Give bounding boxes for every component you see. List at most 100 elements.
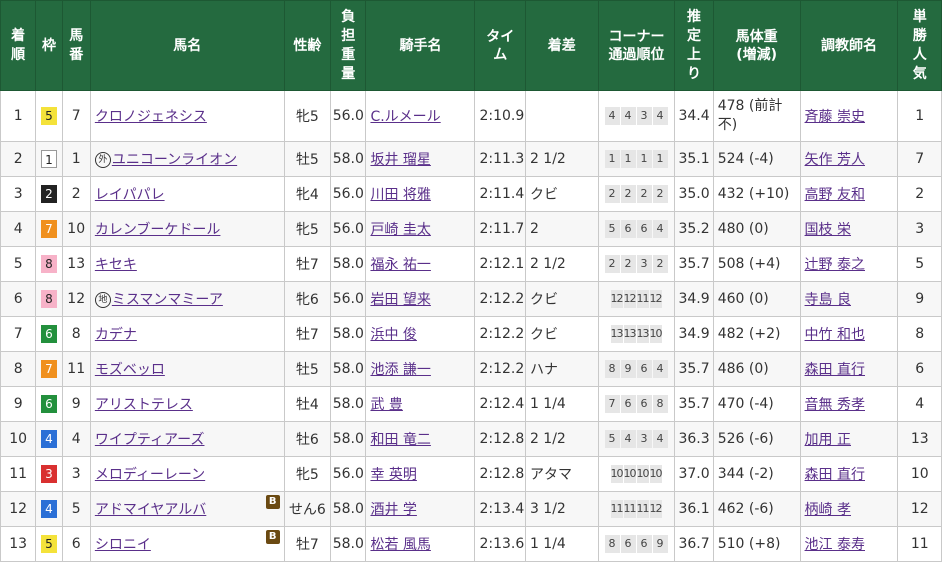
popularity-cell: 10 <box>897 456 942 492</box>
frame-badge: 6 <box>40 325 57 343</box>
header-weight-text: 負担重量 <box>341 8 356 82</box>
margin-cell: 1 1/4 <box>524 526 599 562</box>
body-weight-cell: 510 (+8) <box>712 526 801 562</box>
trainer-cell: 寺島 良 <box>799 281 899 317</box>
jockey-cell: 福永 祐一 <box>365 246 476 282</box>
horse-number-cell: 6 <box>61 526 91 562</box>
last3f-cell: 35.1 <box>674 141 714 177</box>
trainer-link[interactable]: 高野 友和 <box>805 187 865 203</box>
last3f-cell: 36.3 <box>674 421 714 457</box>
horse-name-cell: キセキ <box>89 246 285 282</box>
horse-number-cell: 4 <box>61 421 91 457</box>
last3f-cell: 37.0 <box>674 456 714 492</box>
horse-number-cell: 1 <box>61 141 91 177</box>
trainer-link[interactable]: 国枝 栄 <box>805 222 851 238</box>
jockey-cell: 池添 謙一 <box>365 351 476 387</box>
corner-position: 2 <box>652 185 668 203</box>
trainer-link[interactable]: 加用 正 <box>805 432 851 448</box>
sex-age-cell: 牝5 <box>283 211 332 247</box>
trainer-link[interactable]: 池江 泰寿 <box>805 537 865 553</box>
horse-name-link[interactable]: ユニコーンライオン <box>112 152 237 168</box>
horse-name-link[interactable]: シロニイ <box>95 537 151 553</box>
header-row: 着順 枠 馬番 馬名 性齢 負担重量 騎手名 タイム 着差 コーナー 通過順位 … <box>0 0 942 91</box>
horse-name-link[interactable]: カデナ <box>95 327 137 343</box>
header-frame: 枠 <box>35 0 63 91</box>
horse-name-cell: レイパパレ <box>89 176 285 212</box>
jockey-link[interactable]: 川田 将雅 <box>370 187 430 203</box>
jockey-link[interactable]: 幸 英明 <box>370 467 416 483</box>
trainer-link[interactable]: 柄崎 孝 <box>805 502 851 518</box>
jockey-link[interactable]: 坂井 瑠星 <box>370 152 430 168</box>
frame-badge: 6 <box>40 395 57 413</box>
trainer-link[interactable]: 森田 直行 <box>805 362 865 378</box>
frame-cell: 5 <box>35 526 63 562</box>
horse-name-link[interactable]: キセキ <box>95 257 137 273</box>
jockey-link[interactable]: 武 豊 <box>370 397 402 413</box>
header-jockey: 騎手名 <box>365 0 476 91</box>
jockey-cell: 坂井 瑠星 <box>365 141 476 177</box>
header-rank-text: 着順 <box>11 27 26 63</box>
horse-name-link[interactable]: レイパパレ <box>95 187 165 203</box>
corner-position: 1 <box>620 150 636 168</box>
horse-name-link[interactable]: アドマイヤアルバ <box>95 502 206 518</box>
jockey-link[interactable]: 戸崎 圭太 <box>370 222 430 238</box>
horse-name-link[interactable]: クロノジェネシス <box>95 109 207 125</box>
rank-cell: 13 <box>0 526 37 562</box>
corner-position: 4 <box>620 430 636 448</box>
jockey-link[interactable]: 岩田 望来 <box>370 292 430 308</box>
horse-name-link[interactable]: ミスマンマミーア <box>112 292 223 308</box>
rank-cell: 5 <box>0 246 37 282</box>
body-weight-value: 460 (0) <box>717 290 769 307</box>
sex-age-cell: 牡4 <box>283 386 332 422</box>
weight-carried-cell: 58.0 <box>330 316 367 352</box>
jockey-link[interactable]: 和田 竜二 <box>370 432 430 448</box>
corner-position: 11 <box>636 500 650 518</box>
popularity-cell: 9 <box>897 281 942 317</box>
header-last3f: 推定上り <box>674 0 714 91</box>
horse-name-cell: アドマイヤアルバ B <box>89 491 285 527</box>
corner-cell: 8669 <box>597 526 676 562</box>
corner-position: 13 <box>623 325 637 343</box>
jockey-link[interactable]: C.ルメール <box>370 109 440 125</box>
jockey-link[interactable]: 松若 風馬 <box>370 537 430 553</box>
horse-name-link[interactable]: ワイプティアーズ <box>95 432 205 448</box>
margin-cell: アタマ <box>524 456 599 492</box>
trainer-link[interactable]: 矢作 芳人 <box>805 152 865 168</box>
trainer-link[interactable]: 斉藤 崇史 <box>805 109 865 125</box>
corner-position: 10 <box>649 325 663 343</box>
table-row: 3 2 2 レイパパレ 牝4 56.0 川田 将雅 2:11.4 クビ 2 2 2 2 35.0 432 (… <box>0 176 942 212</box>
jockey-link[interactable]: 酒井 学 <box>370 502 416 518</box>
corner-position: 13 <box>636 325 650 343</box>
jockey-link[interactable]: 浜中 俊 <box>370 327 416 343</box>
trainer-link[interactable]: 中竹 和也 <box>805 327 865 343</box>
weight-carried-cell: 56.0 <box>330 90 367 142</box>
corner-positions: 8669 <box>604 535 669 553</box>
header-number: 馬番 <box>61 0 91 91</box>
body-weight-cell: 344 (-2) <box>712 456 801 492</box>
margin-cell: クビ <box>524 176 599 212</box>
time-cell: 2:12.8 <box>474 421 526 457</box>
sex-age-cell: 牡7 <box>283 526 332 562</box>
corner-positions: 12 12 11 12 <box>610 290 663 308</box>
rank-cell: 4 <box>0 211 37 247</box>
trainer-link[interactable]: 寺島 良 <box>805 292 851 308</box>
horse-name-cell: メロディーレーン <box>89 456 285 492</box>
trainer-link[interactable]: 音無 秀孝 <box>805 397 865 413</box>
header-corner: コーナー 通過順位 <box>597 0 676 91</box>
frame-cell: 4 <box>35 491 63 527</box>
horse-name-link[interactable]: モズベッロ <box>95 362 165 378</box>
last3f-cell: 36.7 <box>674 526 714 562</box>
table-row: 6 8 12 地ミスマンマミーア 牝6 56.0 岩田 望来 2:12.2 クビ 12 12 11 12… <box>0 281 942 317</box>
horse-name-link[interactable]: メロディーレーン <box>95 467 205 483</box>
trainer-link[interactable]: 辻野 泰之 <box>805 257 865 273</box>
horse-name-link[interactable]: アリストテレス <box>95 397 193 413</box>
corner-position: 12 <box>623 290 637 308</box>
horse-name-link[interactable]: カレンブーケドール <box>95 222 221 238</box>
last3f-cell: 36.1 <box>674 491 714 527</box>
jockey-link[interactable]: 福永 祐一 <box>370 257 430 273</box>
corner-cell: 12 12 11 12 <box>597 281 676 317</box>
last3f-cell: 35.7 <box>674 351 714 387</box>
blinker-icon: B <box>265 495 280 509</box>
jockey-link[interactable]: 池添 謙一 <box>370 362 430 378</box>
trainer-link[interactable]: 森田 直行 <box>805 467 865 483</box>
